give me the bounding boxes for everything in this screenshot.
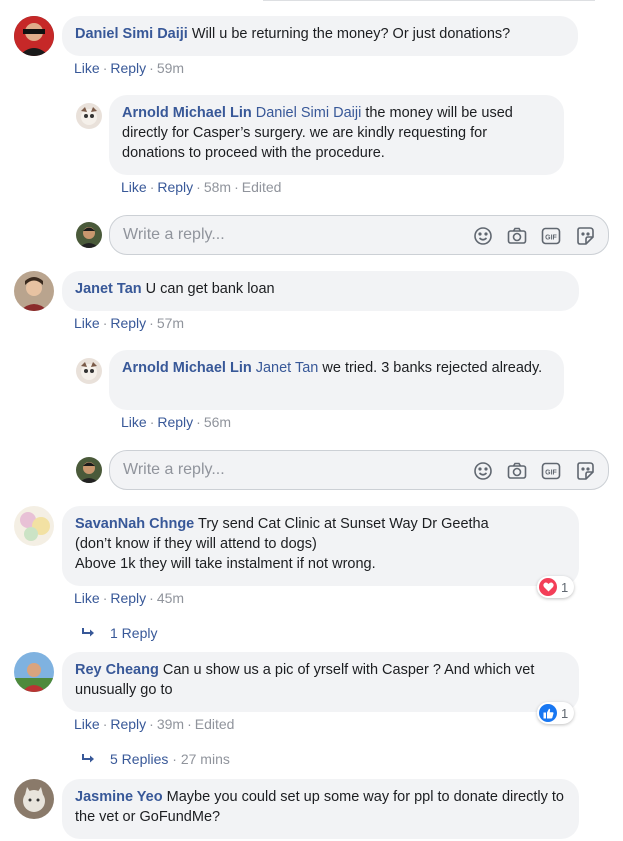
comment-author[interactable]: Daniel Simi Daiji — [75, 26, 188, 42]
gif-icon[interactable]: GIF — [540, 225, 562, 247]
view-replies-link[interactable]: 5 Replies · 27 mins — [82, 751, 230, 767]
comment-actions: Like · Reply · 59m — [74, 60, 185, 76]
like-link[interactable]: Like — [74, 315, 100, 331]
sticker-icon[interactable] — [574, 225, 596, 247]
separator-dot: · — [168, 751, 181, 767]
edited-label[interactable]: Edited — [242, 179, 282, 195]
comment-bubble: Daniel Simi Daiji Will u be returning th… — [62, 16, 578, 56]
comment-bubble: Janet Tan U can get bank loan — [62, 271, 579, 311]
top-divider — [263, 0, 595, 1]
smiley-icon[interactable] — [472, 460, 494, 482]
reply-composer[interactable]: Write a reply... GIF — [109, 215, 609, 255]
reply-input[interactable]: Write a reply... — [123, 461, 225, 479]
current-user-avatar — [76, 457, 102, 483]
comment-text: U can get bank loan — [145, 281, 275, 297]
avatar[interactable] — [14, 271, 54, 311]
reply-input[interactable]: Write a reply... — [123, 226, 225, 244]
avatar[interactable] — [14, 779, 54, 819]
thumbs-up-icon — [539, 704, 557, 722]
avatar[interactable] — [14, 16, 54, 56]
reaction-badge[interactable]: 1 — [537, 702, 575, 724]
edited-label[interactable]: Edited — [195, 716, 235, 732]
mention-link[interactable]: Janet Tan — [256, 360, 319, 376]
comment-text-line: (don’t know if they will attend to dogs) — [75, 536, 317, 552]
comment-bubble: SavanNah Chnge Try send Cat Clinic at Su… — [62, 506, 579, 586]
reply-link[interactable]: Reply — [157, 179, 193, 195]
reply-text: we tried. 3 banks rejected already. — [322, 360, 543, 376]
avatar[interactable] — [14, 506, 54, 546]
comment-author[interactable]: Janet Tan — [75, 281, 142, 297]
reply-arrow-icon — [82, 751, 110, 767]
comment-actions: Like · Reply · 39m · Edited — [74, 716, 235, 732]
reaction-badge[interactable]: 1 — [537, 576, 575, 598]
replies-time[interactable]: 27 mins — [181, 751, 230, 767]
reaction-count: 1 — [561, 705, 569, 721]
reply-composer[interactable]: Write a reply... GIF — [109, 450, 609, 490]
timestamp[interactable]: 45m — [157, 590, 184, 606]
reply-author[interactable]: Arnold Michael Lin — [122, 360, 252, 376]
replies-count[interactable]: 1 Reply — [110, 625, 157, 641]
reply-link[interactable]: Reply — [110, 716, 146, 732]
timestamp[interactable]: 58m — [204, 179, 231, 195]
comment-author[interactable]: Rey Cheang — [75, 662, 159, 678]
timestamp[interactable]: 39m — [157, 716, 184, 732]
avatar[interactable] — [14, 652, 54, 692]
mention-link[interactable]: Daniel Simi Daiji — [256, 105, 362, 121]
svg-text:GIF: GIF — [545, 235, 557, 242]
reply-link[interactable]: Reply — [110, 60, 146, 76]
current-user-avatar — [76, 222, 102, 248]
comment-bubble: Rey Cheang Can u show us a pic of yrself… — [62, 652, 579, 712]
reply-bubble: Arnold Michael Lin Daniel Simi Daiji the… — [109, 95, 564, 175]
view-replies-link[interactable]: 1 Reply — [82, 625, 157, 641]
sticker-icon[interactable] — [574, 460, 596, 482]
reply-link[interactable]: Reply — [110, 590, 146, 606]
timestamp[interactable]: 57m — [157, 315, 184, 331]
reply-link[interactable]: Reply — [110, 315, 146, 331]
camera-icon[interactable] — [506, 225, 528, 247]
comment-author[interactable]: SavanNah Chnge — [75, 516, 194, 532]
comment-text-line: Try send Cat Clinic at Sunset Way Dr Gee… — [198, 516, 489, 532]
like-link[interactable]: Like — [74, 716, 100, 732]
reply-arrow-icon — [82, 625, 110, 641]
like-link[interactable]: Like — [74, 60, 100, 76]
reply-actions: Like · Reply · 58m · Edited — [121, 179, 282, 195]
reply-link[interactable]: Reply — [157, 414, 193, 430]
timestamp[interactable]: 59m — [157, 60, 184, 76]
reply-author[interactable]: Arnold Michael Lin — [122, 105, 252, 121]
comment-actions: Like · Reply · 57m — [74, 315, 185, 331]
smiley-icon[interactable] — [472, 225, 494, 247]
heart-icon — [539, 578, 557, 596]
comment-text: Will u be returning the money? Or just d… — [191, 26, 511, 42]
camera-icon[interactable] — [506, 460, 528, 482]
comment-text-line: Above 1k they will take instalment if no… — [75, 556, 376, 572]
reply-actions: Like · Reply · 56m — [121, 414, 232, 430]
comment-bubble: Jasmine Yeo Maybe you could set up some … — [62, 779, 579, 839]
reaction-count: 1 — [561, 579, 569, 595]
timestamp[interactable]: 56m — [204, 414, 231, 430]
reply-bubble: Arnold Michael Lin Janet Tan we tried. 3… — [109, 350, 564, 410]
comment-actions: Like · Reply · 45m — [74, 590, 185, 606]
like-link[interactable]: Like — [74, 590, 100, 606]
avatar[interactable] — [76, 103, 102, 129]
replies-count[interactable]: 5 Replies — [110, 751, 168, 767]
svg-text:GIF: GIF — [545, 470, 557, 477]
comment-author[interactable]: Jasmine Yeo — [75, 789, 163, 805]
like-link[interactable]: Like — [121, 414, 147, 430]
like-link[interactable]: Like — [121, 179, 147, 195]
gif-icon[interactable]: GIF — [540, 460, 562, 482]
avatar[interactable] — [76, 358, 102, 384]
